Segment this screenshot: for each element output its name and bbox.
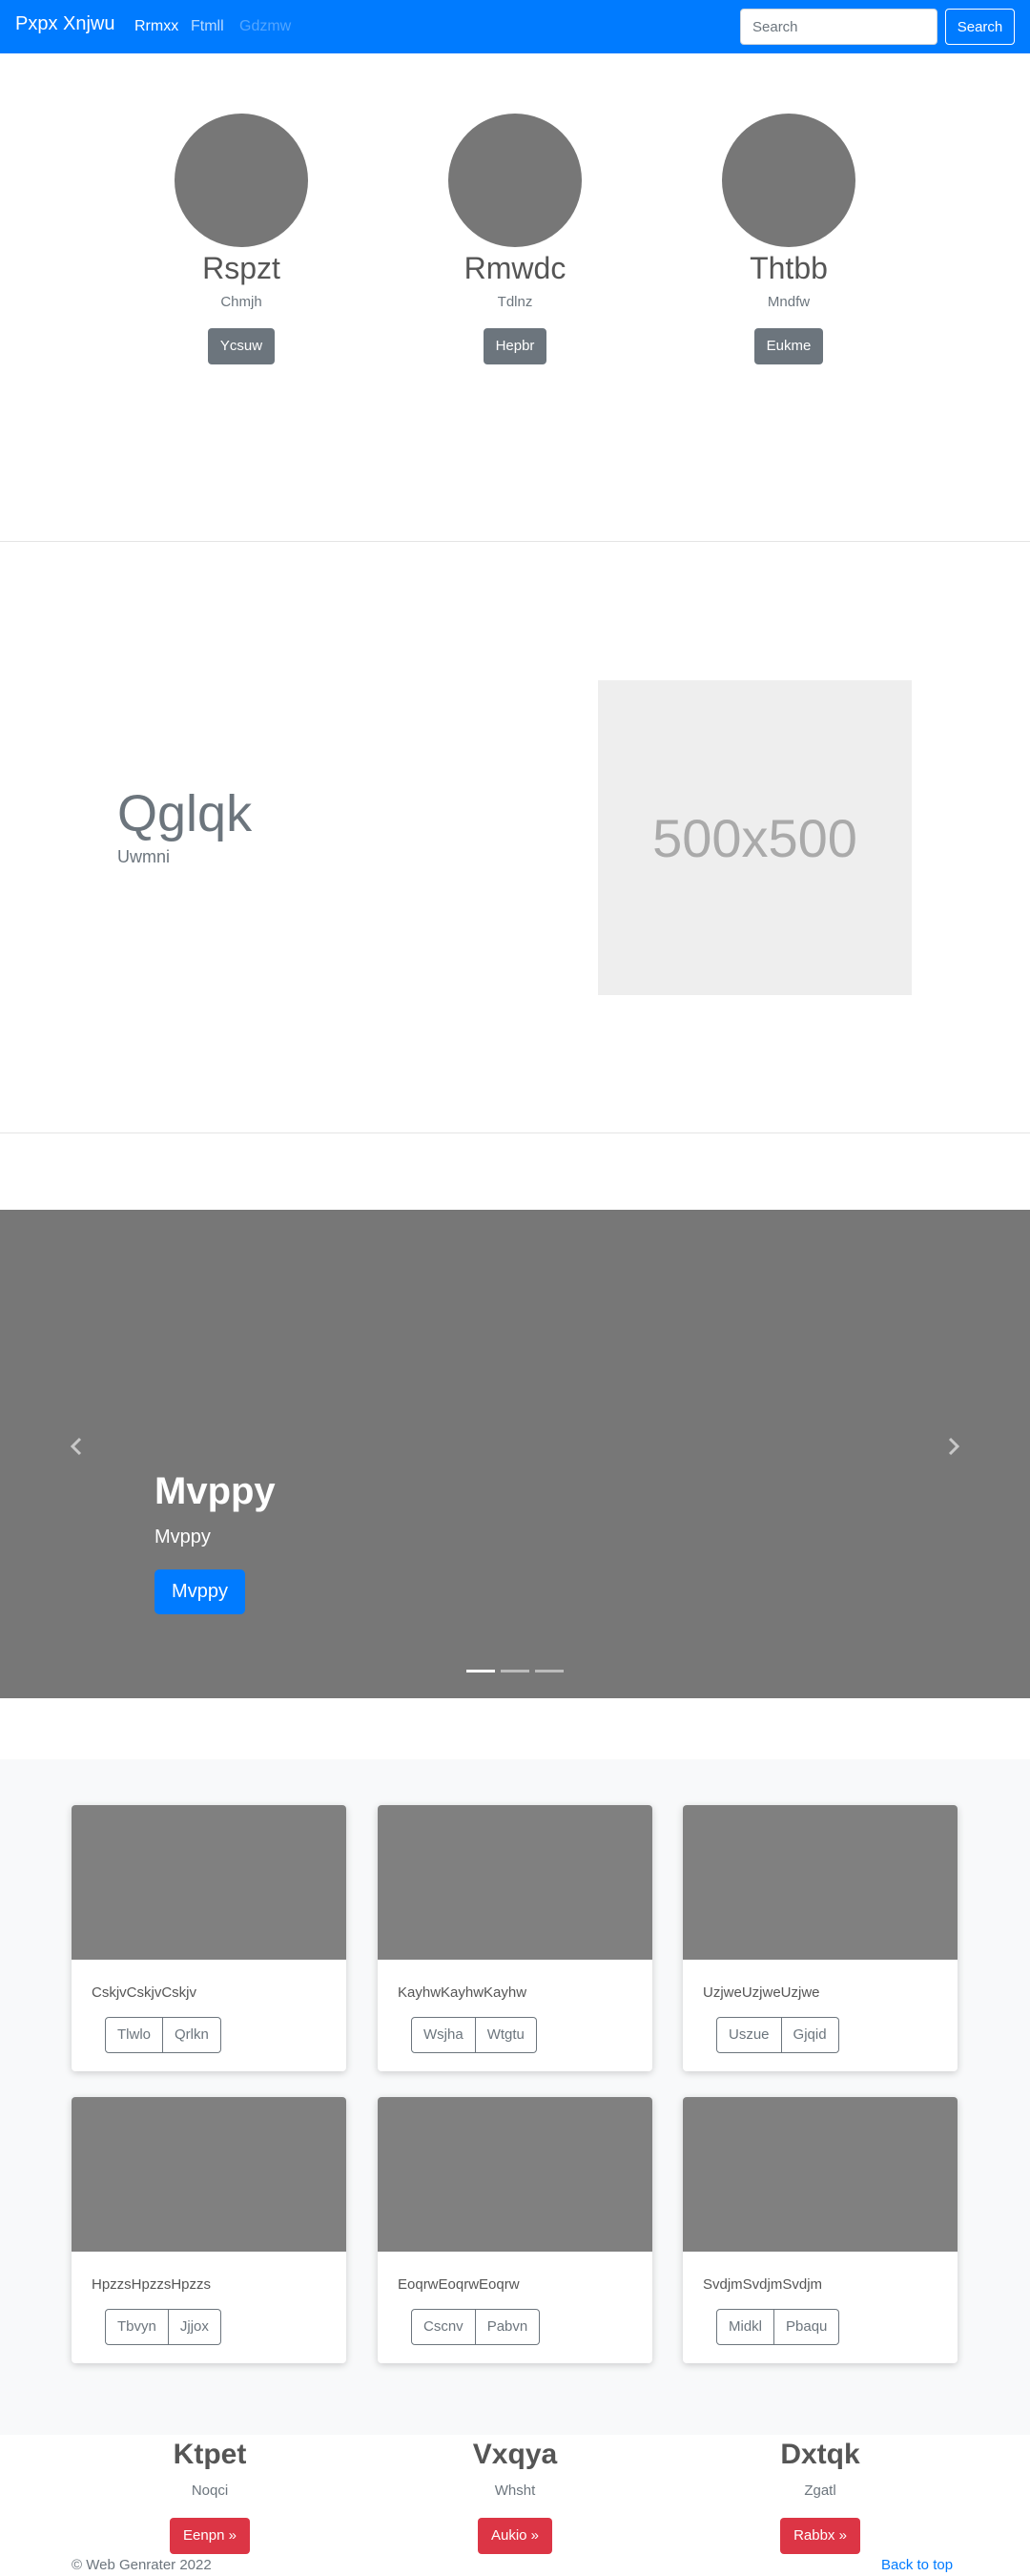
feature-column: Vxqya Whsht Aukio »: [420, 2436, 610, 2554]
column-subtitle: Whsht: [494, 2483, 536, 2499]
card-text: HpzzsHpzzsHpzzs: [92, 2276, 212, 2293]
footer-copyright: © Web Genrater 2022: [72, 2557, 212, 2573]
card-button-group: Cscnv Pabvn: [411, 2309, 541, 2345]
profile-card: Rspzt Chmjh Ycsuw: [127, 114, 356, 364]
card-button[interactable]: Qrlkn: [163, 2017, 221, 2053]
album-card: SvdjmSvdjmSvdjm Midkl Pbaqu: [683, 2097, 958, 2363]
profile-subtitle: Tdlnz: [497, 294, 533, 310]
card-text: EoqrwEoqrwEoqrw: [398, 2276, 520, 2293]
column-title: Ktpet: [173, 2439, 247, 2470]
column-button[interactable]: Aukio »: [477, 2518, 553, 2554]
card-button[interactable]: Wsjha: [411, 2017, 476, 2053]
profile-subtitle: Mndfw: [767, 294, 811, 310]
navbar-brand[interactable]: Pxpx Xnjwu: [15, 13, 115, 35]
card-text: SvdjmSvdjmSvdjm: [703, 2276, 823, 2293]
feature-column: Ktpet Noqci Eenpn »: [114, 2436, 305, 2554]
card-button[interactable]: Tlwlo: [105, 2017, 164, 2053]
search-button[interactable]: Search: [945, 9, 1015, 45]
feature-subheading: Uwmni: [117, 847, 171, 866]
profile-card: Thtbb Mndfw Eukme: [674, 114, 903, 364]
profile-button[interactable]: Hepbr: [483, 328, 547, 364]
feature-heading: Qglqk: [117, 785, 253, 842]
profile-button[interactable]: Eukme: [753, 328, 824, 364]
card-button[interactable]: Pbaqu: [774, 2309, 840, 2345]
carousel-indicator[interactable]: [535, 1670, 564, 1672]
divider: [0, 541, 1030, 542]
card-image: [72, 1805, 346, 1960]
column-title: Dxtqk: [780, 2439, 860, 2470]
card-button[interactable]: Cscnv: [411, 2309, 476, 2345]
card-button-group: Uszue Gjqid: [716, 2017, 839, 2053]
profile-name: Rspzt: [202, 251, 280, 285]
profile-name: Rmwdc: [464, 251, 566, 285]
card-button[interactable]: Jjjox: [168, 2309, 221, 2345]
carousel-subtitle: Mvppy: [154, 1527, 211, 1548]
avatar: [448, 114, 582, 247]
column-button[interactable]: Rabbx »: [780, 2518, 860, 2554]
card-button-group: Tlwlo Qrlkn: [105, 2017, 221, 2053]
carousel: Mvppy Mvppy Mvppy: [0, 1210, 1030, 1698]
card-button[interactable]: Tbvyn: [105, 2309, 169, 2345]
back-to-top-link[interactable]: Back to top: [881, 2557, 953, 2573]
card-button[interactable]: Gjqid: [781, 2017, 839, 2053]
profile-subtitle: Chmjh: [220, 294, 262, 310]
album-card: EoqrwEoqrwEoqrw Cscnv Pabvn: [378, 2097, 652, 2363]
chevron-right-icon[interactable]: [941, 1435, 964, 1458]
nav-link-rrmxx[interactable]: Rrmxx: [134, 18, 178, 35]
album-card: CskjvCskjvCskjv Tlwlo Qrlkn: [72, 1805, 346, 2071]
card-image: [683, 2097, 958, 2252]
card-button-group: Tbvyn Jjjox: [105, 2309, 221, 2345]
card-text: UzjweUzjweUzjwe: [703, 1984, 820, 2001]
card-image: [72, 2097, 346, 2252]
album-card: KayhwKayhwKayhw Wsjha Wtgtu: [378, 1805, 652, 2071]
feature-column: Dxtqk Zgatl Rabbx »: [725, 2436, 916, 2554]
avatar: [175, 114, 308, 247]
carousel-indicator[interactable]: [466, 1670, 495, 1672]
avatar: [722, 114, 855, 247]
card-button[interactable]: Wtgtu: [475, 2017, 537, 2053]
chevron-left-icon[interactable]: [66, 1435, 89, 1458]
card-button-group: Wsjha Wtgtu: [411, 2017, 537, 2053]
card-button[interactable]: Uszue: [716, 2017, 782, 2053]
album-card: HpzzsHpzzsHpzzs Tbvyn Jjjox: [72, 2097, 346, 2363]
card-image: [378, 2097, 652, 2252]
column-subtitle: Noqci: [191, 2483, 229, 2499]
profile-button[interactable]: Ycsuw: [207, 328, 276, 364]
album-card: UzjweUzjweUzjwe Uszue Gjqid: [683, 1805, 958, 2071]
placeholder-image: 500x500: [598, 680, 912, 995]
column-button[interactable]: Eenpn »: [170, 2518, 250, 2554]
carousel-title: Mvppy: [154, 1470, 276, 1512]
card-image: [378, 1805, 652, 1960]
card-image: [683, 1805, 958, 1960]
divider: [0, 1132, 1030, 1133]
card-button-group: Midkl Pbaqu: [716, 2309, 840, 2345]
nav-link-gdzmw[interactable]: Gdzmw: [239, 18, 291, 35]
album-section: CskjvCskjvCskjv Tlwlo Qrlkn KayhwKayhwKa…: [0, 1759, 1030, 2435]
nav-link-ftmll[interactable]: Ftmll: [191, 18, 224, 35]
carousel-indicator[interactable]: [501, 1670, 529, 1672]
column-title: Vxqya: [472, 2439, 558, 2470]
card-text: KayhwKayhwKayhw: [398, 1984, 527, 2001]
navbar: Pxpx Xnjwu Rrmxx Ftmll Gdzmw Search: [0, 0, 1030, 53]
profile-name: Thtbb: [750, 251, 828, 285]
card-button[interactable]: Midkl: [716, 2309, 775, 2345]
profile-card: Rmwdc Tdlnz Hepbr: [401, 114, 629, 364]
column-subtitle: Zgatl: [804, 2483, 836, 2499]
card-text: CskjvCskjvCskjv: [92, 1984, 196, 2001]
carousel-button[interactable]: Mvppy: [154, 1569, 245, 1614]
search-input[interactable]: [740, 9, 937, 45]
card-button[interactable]: Pabvn: [475, 2309, 541, 2345]
